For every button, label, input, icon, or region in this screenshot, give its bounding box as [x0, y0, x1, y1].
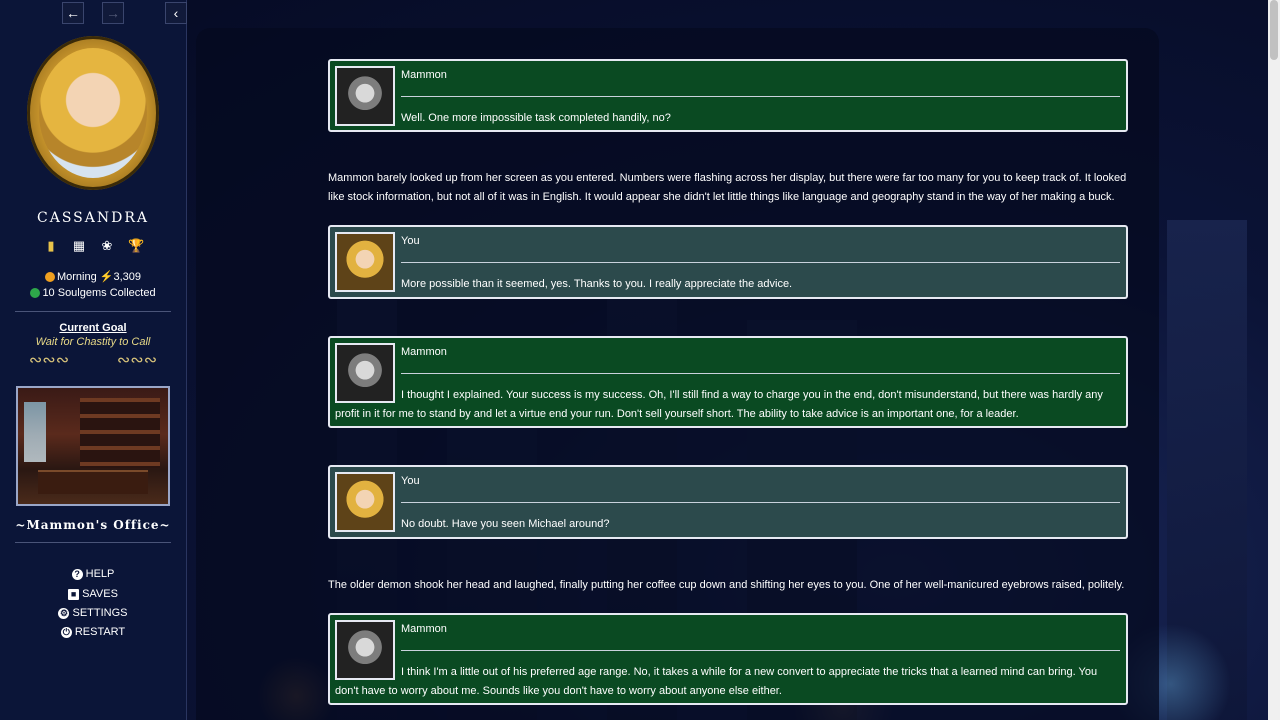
dialogue-box-you: You More possible than it seemed, yes. T… — [328, 225, 1128, 299]
palette-icon[interactable]: ❀ — [100, 238, 114, 254]
dialogue-box-you: You No doubt. Have you seen Michael arou… — [328, 465, 1128, 539]
back-button[interactable]: ← — [62, 2, 84, 24]
speaker-divider — [401, 650, 1120, 651]
soulgem-count: 10 Soulgems Collected — [42, 287, 156, 299]
dialogue-text: More possible than it seemed, yes. Thank… — [401, 278, 793, 290]
character-name: CASSANDRA — [37, 210, 149, 226]
narration-text: The older demon shook her head and laugh… — [328, 579, 1125, 591]
saves-label: SAVES — [82, 588, 118, 600]
time-of-day: Morning — [56, 271, 97, 283]
narration-text: Mammon barely looked up from her screen … — [328, 172, 1127, 203]
soulgem-line: 10 Soulgems Collected — [0, 287, 186, 299]
player-avatar — [335, 232, 395, 292]
divider — [15, 542, 171, 543]
speaker-divider — [401, 262, 1120, 263]
forward-button[interactable]: → — [102, 2, 124, 24]
mammon-avatar — [335, 66, 395, 126]
ornament-left: ∾∾∾ — [28, 350, 70, 369]
speaker-divider — [401, 96, 1120, 97]
goal-text: Wait for Chastity to Call — [35, 336, 151, 348]
location-name: ~Mammon's Office~ — [15, 518, 171, 532]
power-icon: ⏻ — [60, 626, 72, 638]
chevron-left-icon: ‹ — [173, 5, 179, 21]
speaker-name: Mammon — [401, 346, 447, 358]
player-avatar — [335, 472, 395, 532]
dialogue-text: I thought I explained. Your success is m… — [335, 389, 1103, 420]
speaker-name: You — [401, 235, 420, 247]
sun-icon — [44, 272, 55, 283]
id-card-icon[interactable]: ▦ — [72, 238, 86, 254]
speaker-divider — [401, 373, 1120, 374]
soulgem-icon — [30, 288, 41, 299]
page-scrollbar[interactable] — [1268, 0, 1280, 720]
dialogue-box-mammon: Mammon I thought I explained. Your succe… — [328, 336, 1128, 428]
settings-label: SETTINGS — [72, 607, 128, 619]
character-portrait[interactable] — [27, 36, 159, 190]
arrow-left-icon: ← — [66, 5, 80, 21]
trophy-icon[interactable]: 🏆 — [128, 238, 144, 254]
dialogue-text: Well. One more impossible task completed… — [401, 112, 671, 124]
arrow-right-icon: → — [106, 5, 120, 21]
goal-title: Current Goal — [59, 322, 127, 334]
energy-value: 3,309 — [113, 271, 142, 283]
ornament-right: ∾∾∾ — [116, 350, 158, 369]
collapse-sidebar-button[interactable]: ‹ — [165, 2, 187, 24]
sidebar: ← → ‹ CASSANDRA ▮ ▦ ❀ 🏆 Morning ⚡3,309 1… — [0, 0, 187, 720]
speaker-name: Mammon — [401, 69, 447, 81]
saves-link[interactable]: ■ SAVES — [0, 588, 186, 600]
restart-label: RESTART — [74, 626, 126, 638]
lightning-icon: ⚡ — [99, 271, 114, 283]
dialogue-text: No doubt. Have you seen Michael around? — [401, 518, 610, 530]
character-icon-bar: ▮ ▦ ❀ 🏆 — [0, 238, 186, 254]
help-link[interactable]: ? HELP — [0, 568, 186, 580]
portrait-image — [39, 48, 147, 178]
tablet-icon[interactable]: ▮ — [44, 238, 58, 254]
dialogue-box-mammon: Mammon Well. One more impossible task co… — [328, 59, 1128, 132]
time-energy-line: Morning ⚡3,309 — [0, 270, 186, 283]
gear-icon: ⚙ — [58, 607, 70, 619]
floppy-disk-icon: ■ — [68, 588, 80, 600]
scrollbar-thumb[interactable] — [1270, 0, 1278, 60]
settings-link[interactable]: ⚙ SETTINGS — [0, 607, 186, 619]
location-image — [16, 386, 170, 506]
divider — [15, 311, 171, 312]
dialogue-text: I think I'm a little out of his preferre… — [335, 666, 1098, 697]
restart-link[interactable]: ⏻ RESTART — [0, 626, 186, 638]
speaker-name: You — [401, 475, 420, 487]
help-label: HELP — [85, 568, 115, 580]
dialogue-box-mammon: Mammon I think I'm a little out of his p… — [328, 613, 1128, 705]
speaker-divider — [401, 502, 1120, 503]
speaker-name: Mammon — [401, 623, 447, 635]
question-icon: ? — [71, 568, 83, 580]
